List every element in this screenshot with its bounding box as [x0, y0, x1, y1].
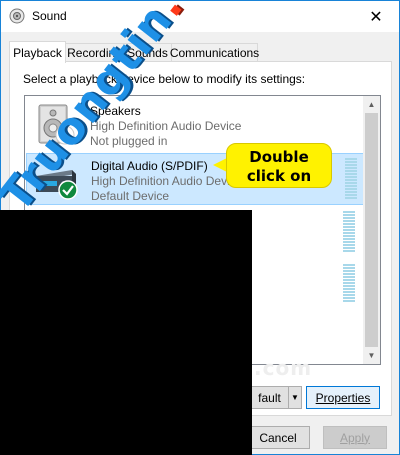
- scroll-down-icon[interactable]: ▼: [363, 347, 380, 364]
- apply-label: Apply: [339, 430, 371, 445]
- sound-app-icon: [9, 8, 25, 24]
- watermark-overlay: [0, 210, 252, 455]
- device-status: Default Device: [91, 189, 170, 203]
- tab-communications[interactable]: Communications: [169, 43, 260, 62]
- scroll-thumb[interactable]: [365, 113, 378, 347]
- device-list-scrollbar[interactable]: ▲ ▼: [363, 96, 380, 364]
- callout-line1: Double: [249, 148, 309, 166]
- tab-label: Playback: [13, 45, 62, 60]
- properties-button[interactable]: Properties: [306, 386, 380, 409]
- set-default-label: fault: [258, 390, 281, 405]
- device-description: High Definition Audio Device: [90, 119, 242, 133]
- tab-playback[interactable]: Playback: [9, 41, 66, 63]
- properties-label: Properties: [315, 390, 371, 405]
- window-title: Sound: [32, 9, 67, 23]
- cancel-label: Cancel: [259, 430, 297, 445]
- double-click-callout: Double click on: [226, 143, 332, 188]
- title-bar[interactable]: Sound ✕: [1, 1, 399, 32]
- callout-pointer: [213, 158, 227, 172]
- set-default-dropdown[interactable]: ▼: [288, 386, 302, 409]
- instruction-text: Select a playback device below to modify…: [23, 72, 306, 86]
- callout-line2: click on: [246, 167, 312, 185]
- scroll-up-icon[interactable]: ▲: [363, 96, 380, 113]
- tab-label: Communications: [169, 46, 260, 60]
- close-button[interactable]: ✕: [353, 1, 399, 32]
- apply-button[interactable]: Apply: [323, 426, 387, 449]
- default-device-check-icon: [58, 180, 78, 200]
- cancel-button[interactable]: Cancel: [246, 426, 310, 449]
- volume-level-meter: [343, 211, 355, 253]
- volume-level-meter: [345, 158, 357, 200]
- device-name: Digital Audio (S/PDIF): [91, 159, 208, 173]
- volume-level-meter: [343, 264, 355, 303]
- device-status: Not plugged in: [90, 134, 168, 148]
- device-description: High Definition Audio Device: [91, 174, 243, 188]
- chevron-down-icon: ▼: [291, 393, 299, 402]
- watermark-com: .com: [254, 356, 313, 380]
- close-icon: ✕: [369, 8, 383, 26]
